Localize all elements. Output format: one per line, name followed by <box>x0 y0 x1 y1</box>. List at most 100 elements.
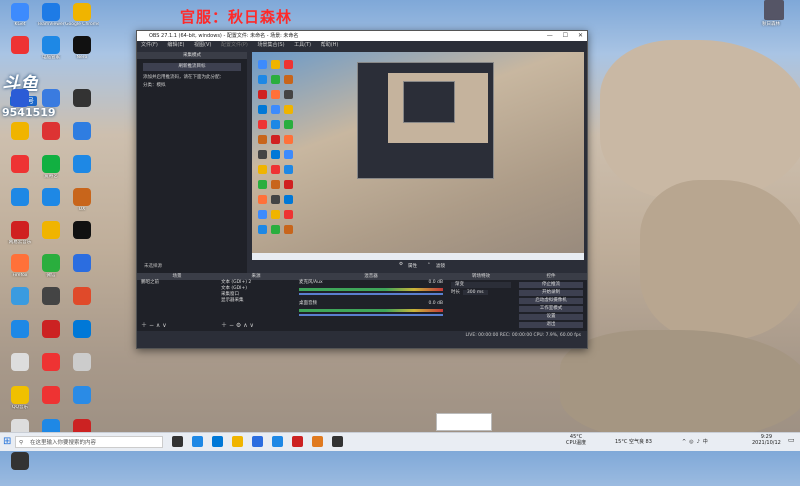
desktop-icon[interactable]: 微信 <box>34 254 68 288</box>
taskbar-search-input[interactable]: ⚲ 在这里输入你要搜索的内容 <box>15 436 163 448</box>
menu-tools[interactable]: 工具(T) <box>294 42 311 48</box>
obs-preview[interactable] <box>252 52 584 260</box>
desktop-icon[interactable] <box>3 353 37 387</box>
desktop-icon[interactable]: Nero <box>65 36 99 70</box>
app-icon <box>11 89 29 107</box>
desktop-icon[interactable] <box>65 287 99 321</box>
chevron-up-icon[interactable]: ∧ <box>156 322 160 329</box>
desktop-icon[interactable] <box>65 155 99 189</box>
desktop-icon[interactable] <box>34 89 68 123</box>
chevron-down-icon[interactable]: ∨ <box>162 322 166 329</box>
properties-button[interactable]: 属性 <box>408 263 417 269</box>
stop-stream-button[interactable]: 停止推流 <box>519 282 583 288</box>
desktop-icon[interactable] <box>34 221 68 255</box>
desktop-icon[interactable] <box>3 89 37 123</box>
taskbar-app-icon[interactable] <box>232 436 243 447</box>
taskbar-app-icon[interactable] <box>192 436 203 447</box>
desktop-icon[interactable] <box>34 287 68 321</box>
desktop-icon[interactable] <box>3 188 37 222</box>
weather-widget[interactable]: 15°C 空气良 83 <box>615 433 652 451</box>
menu-edit[interactable]: 编辑(E) <box>167 42 184 48</box>
taskbar-app-icon[interactable] <box>272 436 283 447</box>
maximize-icon[interactable]: ☐ <box>563 32 568 39</box>
duration-input[interactable]: 300 ms <box>462 290 488 295</box>
obs-window: OBS 27.1.1 (64-bit, windows) - 配置文件: 未命名… <box>136 30 588 349</box>
start-icon[interactable]: ⊞ <box>3 436 11 447</box>
desktop-icon[interactable] <box>65 353 99 387</box>
desktop-icon[interactable]: Firefox <box>3 254 37 288</box>
preview-app-icon <box>271 225 280 234</box>
chevron-up-icon[interactable]: ∧ <box>243 322 247 329</box>
ime-icon[interactable]: 中 <box>703 439 711 445</box>
exit-button[interactable]: 退出 <box>519 322 583 328</box>
start-recording-button[interactable]: 开始录制 <box>519 290 583 296</box>
desktop-icon[interactable] <box>65 122 99 156</box>
menu-view[interactable]: 视图(V) <box>194 42 211 48</box>
notification-icon[interactable]: ▭ <box>788 436 795 444</box>
chevron-down-icon[interactable]: ∨ <box>250 322 254 329</box>
preview-app-icon <box>271 165 280 174</box>
gear-icon[interactable]: ⚙ <box>236 322 241 329</box>
desktop-icon[interactable] <box>65 221 99 255</box>
settings-button[interactable]: 设置 <box>519 314 583 320</box>
preview-app-icon <box>271 180 280 189</box>
desktop-icon[interactable] <box>65 89 99 123</box>
desktop-icon[interactable]: 爱奇艺 <box>34 155 68 189</box>
desktop-icon[interactable]: QQ音乐 <box>3 386 37 420</box>
menu-scene-collection[interactable]: 场景集合(S) <box>257 42 284 48</box>
taskbar-app-icon[interactable] <box>172 436 183 447</box>
taskbar-app-icon[interactable] <box>332 436 343 447</box>
add-icon[interactable]: ＋ <box>141 322 147 329</box>
desktop-icon[interactable] <box>34 353 68 387</box>
desktop-icon[interactable] <box>34 122 68 156</box>
refresh-stream-button[interactable]: 刷新推流目标 <box>143 63 241 71</box>
desktop-icon[interactable]: 电脑管家 <box>34 36 68 70</box>
close-icon[interactable]: ✕ <box>578 32 583 39</box>
preview-app-icon <box>271 195 280 204</box>
desktop-icon[interactable]: KGet <box>3 3 37 37</box>
desktop-icon[interactable]: Google Chrome <box>65 3 99 37</box>
desktop-icon[interactable] <box>3 452 37 486</box>
desktop-icon[interactable]: TeamViewer <box>34 3 68 37</box>
desktop-icon[interactable] <box>3 155 37 189</box>
desktop-icon[interactable] <box>3 287 37 321</box>
desktop-icon[interactable] <box>65 386 99 420</box>
desktop-icon[interactable] <box>65 254 99 288</box>
desktop-icon[interactable] <box>3 36 37 70</box>
gear-icon[interactable]: ⚙ <box>399 262 403 267</box>
desktop-icon[interactable] <box>34 386 68 420</box>
taskbar-app-icon[interactable] <box>312 436 323 447</box>
dock-text: 添加并启用推流码，请在下面为此分配： <box>143 75 224 80</box>
remove-icon[interactable]: − <box>229 322 234 329</box>
user-avatar[interactable] <box>764 0 784 20</box>
mini-popup-window[interactable] <box>436 413 492 431</box>
scene-item[interactable]: 鹏昭之前 <box>137 280 217 286</box>
transition-select[interactable]: 渐变 <box>451 282 511 288</box>
menu-help[interactable]: 帮助(H) <box>321 42 339 48</box>
desktop-icon[interactable] <box>3 320 37 354</box>
clock[interactable]: 9:29 2021/10/12 <box>752 433 781 448</box>
desktop-icon[interactable] <box>65 320 99 354</box>
studio-mode-button[interactable]: 工作室模式 <box>519 306 583 312</box>
minimize-icon[interactable]: — <box>547 32 553 39</box>
volume-slider[interactable] <box>299 314 443 316</box>
network-icon[interactable]: ◎ <box>689 439 696 445</box>
desktop-icon[interactable]: 网易云音乐 <box>3 221 37 255</box>
desktop-icon[interactable]: UX <box>65 188 99 222</box>
desktop-icon[interactable] <box>3 122 37 156</box>
taskbar-app-icon[interactable] <box>292 436 303 447</box>
filters-button[interactable]: 滤镜 <box>436 263 445 269</box>
obs-titlebar[interactable]: OBS 27.1.1 (64-bit, windows) - 配置文件: 未命名… <box>137 31 587 41</box>
desktop-icon[interactable] <box>34 320 68 354</box>
menu-profile[interactable]: 配置文件(P) <box>221 42 248 48</box>
taskbar-app-icon[interactable] <box>252 436 263 447</box>
desktop-icon[interactable] <box>34 188 68 222</box>
virtual-camera-button[interactable]: 启动虚拟摄像机 <box>519 298 583 304</box>
taskbar-app-icon[interactable] <box>212 436 223 447</box>
source-item[interactable]: 显示器采集 <box>217 298 295 304</box>
add-icon[interactable]: ＋ <box>221 322 227 329</box>
volume-slider[interactable] <box>299 293 443 295</box>
remove-icon[interactable]: − <box>149 322 154 329</box>
menu-file[interactable]: 文件(F) <box>141 42 158 48</box>
filter-icon[interactable]: ⚬ <box>427 262 431 267</box>
